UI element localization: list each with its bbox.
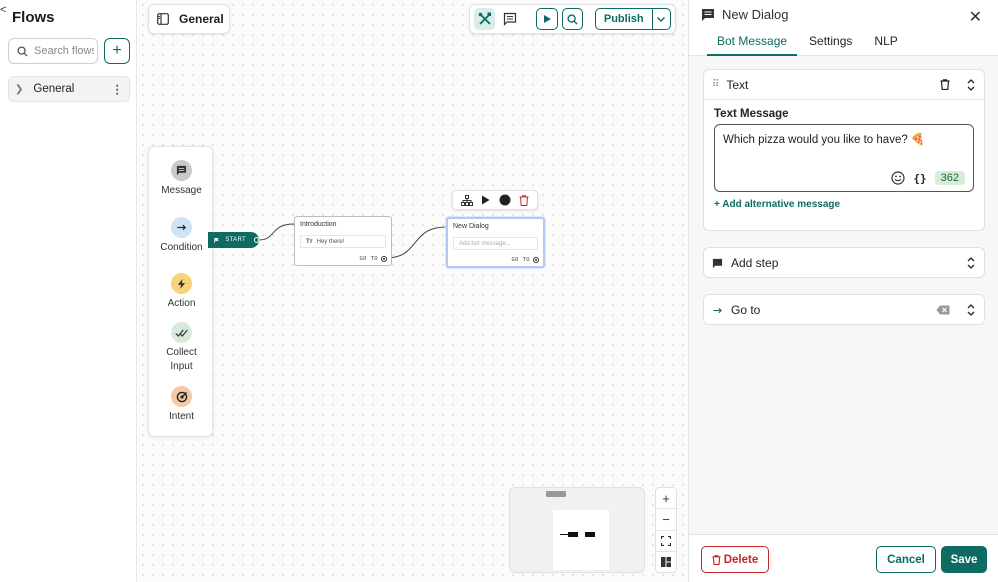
minimap-mask-top bbox=[546, 491, 566, 497]
tab-bot-message[interactable]: Bot Message bbox=[707, 34, 798, 56]
add-step-card[interactable]: Add step bbox=[703, 247, 985, 278]
node-goto-label: GO TO bbox=[511, 257, 530, 263]
zoom-controls: + − bbox=[655, 487, 677, 573]
delete-button[interactable]: Delete bbox=[701, 546, 769, 573]
flag-icon bbox=[214, 237, 219, 243]
node-title: New Dialog bbox=[453, 223, 489, 230]
node-message-text: Hey there! bbox=[316, 238, 345, 245]
panel-header: New Dialog ✕ Bot Message Settings NLP bbox=[689, 0, 998, 56]
panel-tabs: Bot Message Settings NLP bbox=[707, 34, 910, 56]
backspace-icon[interactable] bbox=[936, 305, 950, 315]
layout-icon bbox=[661, 556, 671, 567]
minimap[interactable] bbox=[509, 487, 645, 573]
dialog-editor-panel: New Dialog ✕ Bot Message Settings NLP ⠿ … bbox=[688, 0, 998, 582]
trash-icon[interactable] bbox=[519, 194, 529, 206]
character-count: 362 bbox=[934, 171, 965, 185]
start-label: START bbox=[225, 237, 246, 243]
go-to-card[interactable]: Go to bbox=[703, 294, 985, 325]
zoom-out-button[interactable]: − bbox=[656, 509, 676, 531]
expand-icon[interactable] bbox=[966, 257, 976, 269]
expand-icon[interactable] bbox=[966, 304, 976, 316]
fullscreen-icon bbox=[661, 535, 671, 546]
record-icon[interactable] bbox=[499, 194, 511, 206]
emoji-icon[interactable] bbox=[891, 171, 905, 185]
connector-intro-dialog bbox=[385, 226, 447, 259]
text-message-value: Which pizza would you like to have? 🍕 bbox=[723, 134, 926, 146]
go-to-header: Go to bbox=[704, 295, 984, 325]
node-goto-label: GO TO bbox=[359, 256, 378, 262]
node-new-dialog[interactable]: New Dialog Add bot message... GO TO bbox=[446, 217, 545, 268]
panel-title: New Dialog bbox=[722, 7, 789, 22]
text-message-label: Text Message bbox=[714, 108, 789, 120]
node-goto[interactable]: GO TO bbox=[359, 256, 387, 262]
minimap-node bbox=[568, 532, 578, 537]
layout-button[interactable] bbox=[656, 552, 676, 572]
delete-label: Delete bbox=[723, 553, 759, 566]
minimap-viewport[interactable] bbox=[553, 510, 609, 570]
cancel-button[interactable]: Cancel bbox=[876, 546, 936, 573]
panel-title-row: New Dialog bbox=[701, 7, 788, 22]
message-icon bbox=[702, 8, 714, 21]
text-type-icon: Tт bbox=[306, 238, 313, 245]
connector-start-intro bbox=[258, 223, 295, 241]
start-port[interactable] bbox=[253, 237, 259, 243]
collapse-icon[interactable] bbox=[966, 78, 976, 91]
node-introduction[interactable]: Introduction Tт Hey there! GO TO bbox=[294, 216, 392, 266]
text-step-title: Text bbox=[726, 77, 749, 92]
output-port[interactable] bbox=[533, 257, 539, 263]
hierarchy-icon[interactable] bbox=[461, 194, 474, 206]
minimap-node bbox=[560, 534, 568, 535]
node-title: Introduction bbox=[300, 221, 337, 228]
tab-nlp[interactable]: NLP bbox=[864, 34, 907, 56]
add-step-header: Add step bbox=[704, 248, 984, 278]
text-step-header: ⠿ Text bbox=[704, 70, 984, 100]
text-message-input[interactable]: Which pizza would you like to have? 🍕 {}… bbox=[714, 124, 974, 192]
arrow-right-icon bbox=[713, 307, 722, 313]
panel-footer: Delete Cancel Save bbox=[689, 534, 998, 582]
variables-button[interactable]: {} bbox=[913, 172, 926, 185]
node-message-placeholder: Add bot message... bbox=[453, 237, 538, 250]
add-alternative-message-link[interactable]: + Add alternative message bbox=[704, 192, 984, 210]
minimap-node bbox=[585, 532, 595, 537]
trash-icon[interactable] bbox=[940, 79, 950, 90]
node-message: Tт Hey there! bbox=[300, 235, 386, 248]
text-input-tools: {} 362 bbox=[891, 171, 965, 185]
go-to-label: Go to bbox=[731, 303, 761, 317]
trash-icon bbox=[712, 554, 721, 565]
node-toolbar bbox=[452, 190, 538, 210]
drag-handle-icon[interactable]: ⠿ bbox=[712, 79, 719, 90]
fit-view-button[interactable] bbox=[656, 531, 676, 552]
save-button[interactable]: Save bbox=[941, 546, 987, 573]
add-step-label: Add step bbox=[731, 256, 779, 270]
zoom-in-button[interactable]: + bbox=[656, 488, 676, 510]
start-node[interactable]: START bbox=[208, 232, 259, 248]
tab-settings[interactable]: Settings bbox=[799, 34, 862, 56]
output-port[interactable] bbox=[381, 256, 387, 262]
text-step-card: ⠿ Text Text Message Which pizza would yo… bbox=[703, 69, 985, 231]
close-icon[interactable]: ✕ bbox=[969, 7, 982, 27]
message-icon bbox=[712, 258, 723, 268]
play-icon[interactable] bbox=[481, 195, 490, 205]
node-goto[interactable]: GO TO bbox=[511, 257, 539, 263]
